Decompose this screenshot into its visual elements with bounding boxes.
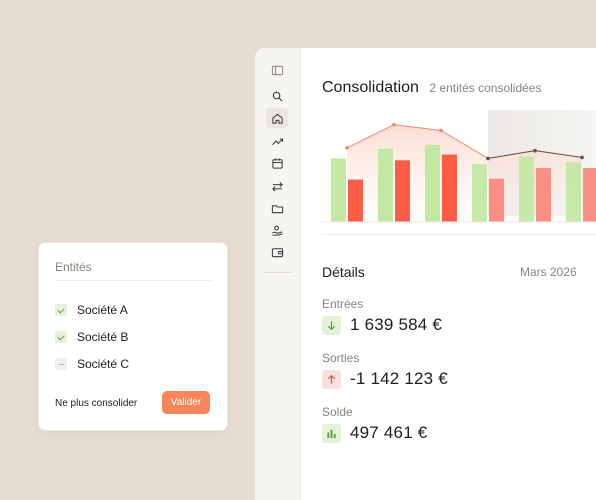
page-subtitle: 2 entités consolidées	[429, 81, 542, 95]
bar-green	[425, 144, 440, 222]
folder-icon[interactable]	[266, 198, 288, 218]
bar-red	[536, 168, 551, 222]
transfer-icon[interactable]	[266, 176, 288, 196]
bar-chart-icon	[322, 423, 341, 443]
outflows-row: -1 142 123 €	[322, 369, 448, 389]
entity-row-societe-b[interactable]: Société B	[55, 330, 128, 344]
app-window: Consolidation 2 entités consolidées Déta…	[255, 48, 596, 500]
bar-red	[583, 168, 596, 222]
entity-label: Société C	[77, 357, 130, 371]
sidebar-divider	[263, 272, 293, 273]
point-dark	[580, 155, 584, 160]
checkbox-indeterminate[interactable]	[55, 358, 67, 370]
entities-card: Entités Société A Société B Société C Ne…	[38, 242, 228, 431]
stop-consolidating-link[interactable]: Ne plus consolider	[55, 398, 137, 409]
title-row: Consolidation 2 entités consolidées	[322, 79, 541, 97]
point-orange	[345, 146, 349, 150]
consolidation-chart	[322, 110, 596, 228]
point-orange	[439, 128, 443, 133]
inflows-value: 1 639 584 €	[350, 315, 443, 334]
validate-button[interactable]: Valider	[162, 391, 210, 414]
search-icon[interactable]	[266, 86, 288, 106]
bar-red	[348, 179, 363, 222]
details-title: Détails	[322, 264, 365, 280]
calendar-icon[interactable]	[266, 153, 288, 173]
bar-green	[472, 164, 487, 222]
entity-row-societe-a[interactable]: Société A	[55, 303, 128, 317]
entity-row-societe-c[interactable]: Société C	[55, 357, 129, 371]
handshake-icon[interactable]	[266, 220, 288, 240]
balance-label: Solde	[322, 405, 353, 419]
balance-value: 497 461 €	[350, 423, 428, 442]
chart-svg	[322, 110, 596, 223]
details-date[interactable]: Mars 2026	[520, 265, 577, 279]
entity-label: Société B	[77, 330, 129, 344]
arrow-up-icon	[322, 369, 341, 389]
entities-card-title: Entités	[55, 260, 92, 274]
sidebar-toggle-icon[interactable]	[266, 60, 288, 80]
page-title: Consolidation	[322, 79, 419, 96]
bar-red	[489, 178, 504, 222]
home-icon[interactable]	[266, 108, 288, 128]
point-dark	[486, 156, 490, 161]
checkbox-checked[interactable]	[55, 331, 67, 343]
bar-green	[566, 162, 581, 222]
checkbox-checked[interactable]	[55, 304, 67, 316]
bar-green	[331, 158, 346, 222]
outflows-value: -1 142 123 €	[350, 369, 448, 388]
point-dark	[533, 148, 537, 153]
point-orange	[392, 122, 396, 127]
main-content: Consolidation 2 entités consolidées Déta…	[301, 48, 596, 500]
arrow-down-icon	[322, 315, 341, 335]
balance-row: 497 461 €	[322, 423, 427, 443]
bar-green	[519, 156, 534, 222]
wallet-icon[interactable]	[266, 242, 288, 262]
bar-red	[395, 160, 410, 222]
entity-label: Société A	[77, 303, 128, 317]
bar-red	[442, 154, 457, 222]
sidebar-rail	[255, 48, 301, 500]
inflows-label: Entrées	[322, 297, 364, 311]
section-divider	[322, 234, 596, 235]
outflows-label: Sorties	[322, 351, 360, 365]
trend-up-icon[interactable]	[266, 131, 288, 151]
bar-green	[378, 148, 393, 222]
entities-card-divider	[55, 280, 211, 281]
inflows-row: 1 639 584 €	[322, 315, 442, 335]
